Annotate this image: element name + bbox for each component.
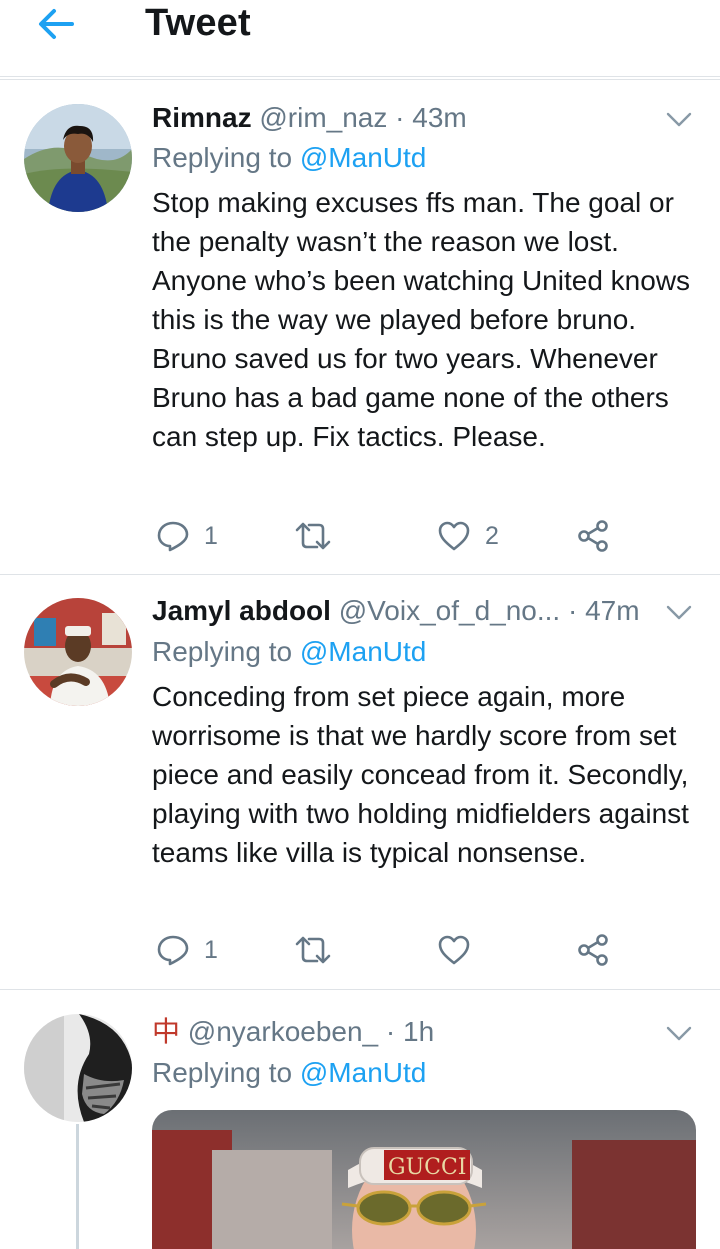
reply-icon [157,521,189,552]
avatar[interactable] [24,1014,132,1122]
avatar[interactable] [24,598,132,706]
page-title: Tweet [145,2,251,44]
timestamp: · 1h [385,1016,435,1047]
share-button[interactable] [576,930,610,970]
retweet-icon [295,936,331,964]
replying-to: Replying to @ManUtd [152,634,426,670]
tweet-reply[interactable]: Jamyl abdool @Voix_of_d_no... · 47m Repl… [0,575,720,989]
share-icon [578,520,608,552]
display-name[interactable]: Jamyl abdool [152,595,331,626]
user-handle[interactable]: @rim_naz [259,102,387,133]
timestamp: · 43m [395,102,467,133]
timestamp: · 47m [567,595,640,626]
avatar[interactable] [24,104,132,212]
tweet-reply[interactable]: 中 @nyarkoeben_ · 1h Replying to @ManUtd [0,990,720,1249]
display-name[interactable]: Rimnaz [152,102,252,133]
share-button[interactable] [576,516,610,556]
chevron-down-icon[interactable] [664,1018,694,1048]
reply-button[interactable]: 1 [156,516,218,556]
top-bar: Tweet [0,0,720,80]
reply-button[interactable]: 1 [156,930,218,970]
chevron-down-icon[interactable] [664,597,694,627]
headband-text: GUCCI [388,1155,466,1180]
chevron-down-icon[interactable] [664,104,694,134]
tweet-text: Conceding from set piece again, more wor… [152,681,689,868]
replying-to-label: Replying to [152,142,293,173]
heart-icon [438,935,470,965]
like-button[interactable] [437,930,485,970]
display-name[interactable]: 中 [152,1016,180,1047]
tweet-actions: 1 [152,930,672,970]
reply-icon [157,935,189,966]
like-count: 2 [485,521,499,550]
user-handle[interactable]: @Voix_of_d_no... [339,595,560,626]
tweet-actions: 1 2 [152,516,672,556]
tweet-header: 中 @nyarkoeben_ · 1h [152,1014,660,1050]
reply-count: 1 [204,935,218,964]
retweet-button[interactable] [294,516,346,556]
like-button[interactable]: 2 [437,516,499,556]
replying-to: Replying to @ManUtd [152,140,426,176]
retweet-icon [295,522,331,550]
tweet-media-image[interactable]: GUCCI [152,1110,696,1249]
tweet-header: Jamyl abdool @Voix_of_d_no... · 47m [152,593,660,629]
replying-to-label: Replying to [152,1057,293,1088]
replying-to-label: Replying to [152,636,293,667]
replying-to-handle[interactable]: @ManUtd [300,636,426,667]
replying-to-handle[interactable]: @ManUtd [300,142,426,173]
heart-icon [438,521,470,551]
reply-count: 1 [204,521,218,550]
back-button[interactable] [34,4,78,44]
user-handle[interactable]: @nyarkoeben_ [188,1016,378,1047]
retweet-button[interactable] [294,930,346,970]
arrow-left-icon [39,9,74,39]
tweet-header: Rimnaz @rim_naz · 43m [152,100,660,136]
tweet-reply[interactable]: Rimnaz @rim_naz · 43m Replying to @ManUt… [0,80,720,574]
tweet-text: Stop making excuses ffs man. The goal or… [152,187,691,452]
replying-to-handle[interactable]: @ManUtd [300,1057,426,1088]
thread-connector [76,1124,79,1249]
share-icon [578,934,608,966]
replying-to: Replying to @ManUtd [152,1055,426,1091]
